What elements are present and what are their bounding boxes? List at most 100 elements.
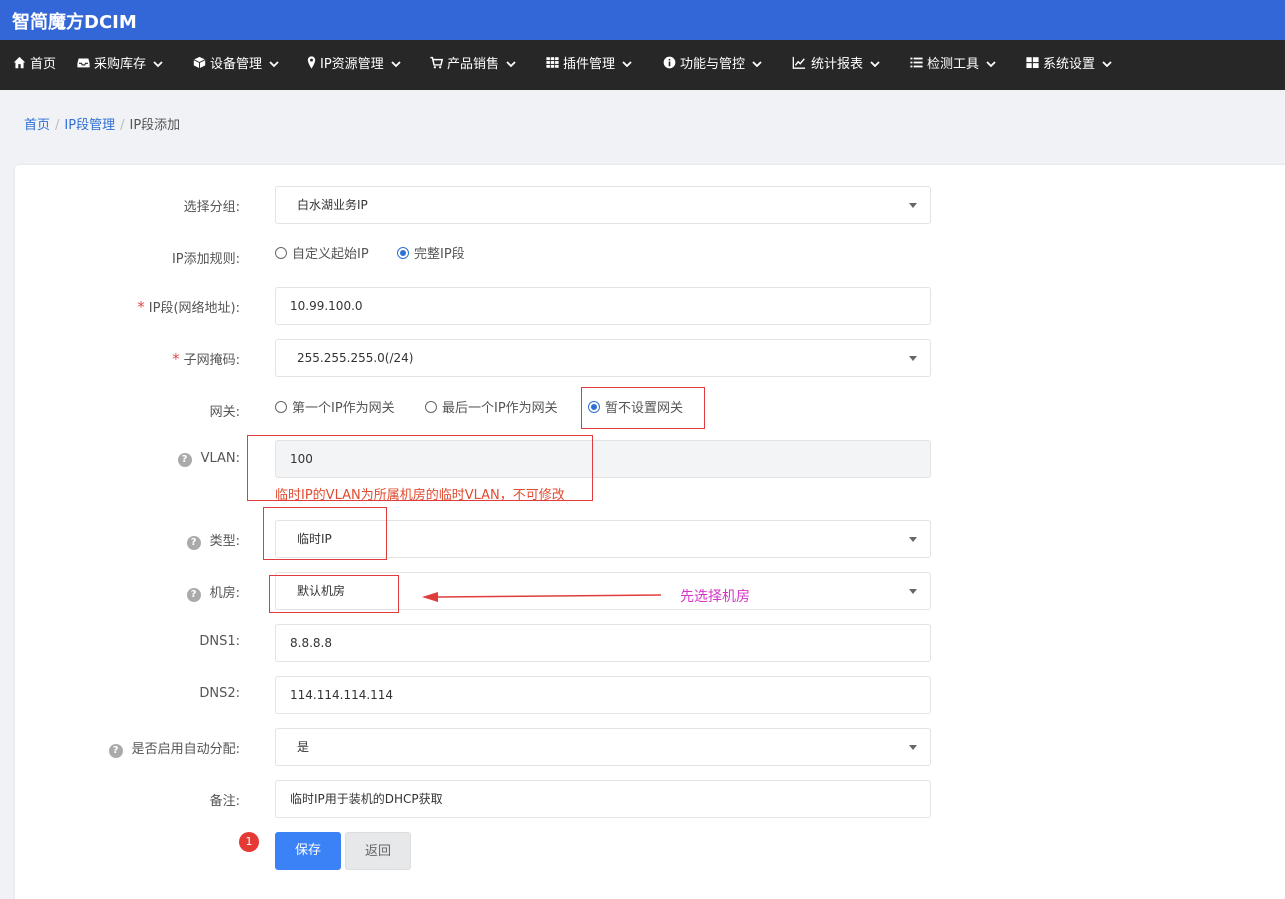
vlan-label: ? VLAN: bbox=[177, 451, 240, 467]
chevron-down-icon bbox=[1102, 61, 1112, 68]
auto-assign-value: 是 bbox=[297, 740, 310, 754]
nav-label: 统计报表 bbox=[811, 57, 864, 72]
chevron-down-icon bbox=[269, 61, 279, 68]
chevron-down-icon bbox=[752, 61, 762, 68]
annotation-arrow-icon bbox=[422, 592, 662, 602]
nav-item-ip-resources[interactable]: IP资源管理 bbox=[307, 40, 401, 90]
chart-icon bbox=[791, 56, 807, 69]
label-text: 类型: bbox=[209, 534, 240, 549]
caret-down-icon bbox=[909, 589, 917, 594]
radio-last-ip-gateway[interactable]: 最后一个IP作为网关 bbox=[425, 397, 558, 416]
nav-label: 设备管理 bbox=[210, 57, 263, 72]
chevron-down-icon bbox=[391, 61, 401, 68]
chevron-down-icon bbox=[622, 61, 632, 68]
nav-label: 首页 bbox=[30, 57, 57, 72]
nav-label: 系统设置 bbox=[1043, 57, 1096, 72]
nav-item-home[interactable]: 首页 bbox=[13, 40, 56, 90]
dns2-value: 114.114.114.114 bbox=[290, 688, 394, 702]
remark-input[interactable]: 临时IP用于装机的DHCP获取 bbox=[275, 780, 931, 818]
dns1-input[interactable]: 8.8.8.8 bbox=[275, 624, 931, 662]
nav-item-reports[interactable]: 统计报表 bbox=[791, 40, 880, 90]
remark-value: 临时IP用于装机的DHCP获取 bbox=[290, 792, 443, 806]
back-button[interactable]: 返回 bbox=[345, 832, 411, 870]
group-select[interactable]: 白水湖业务IP bbox=[275, 186, 931, 224]
radio-circle-icon bbox=[275, 247, 287, 259]
breadcrumb: 首页 / IP段管理 / IP段添加 bbox=[24, 114, 180, 133]
nav-label: 产品销售 bbox=[447, 57, 500, 72]
network-address-input[interactable]: 10.99.100.0 bbox=[275, 287, 931, 325]
caret-down-icon bbox=[909, 537, 917, 542]
label-text: IP段(网络地址): bbox=[148, 301, 240, 316]
required-asterisk: * bbox=[172, 350, 180, 368]
radio-custom-start-ip[interactable]: 自定义起始IP bbox=[275, 243, 369, 262]
nav-item-plugins[interactable]: 插件管理 bbox=[546, 40, 632, 90]
inbox-icon bbox=[77, 56, 90, 69]
radio-label: 最后一个IP作为网关 bbox=[442, 401, 558, 416]
breadcrumb-separator: / bbox=[120, 118, 125, 133]
highlight-box-type bbox=[263, 507, 387, 560]
ip-rule-label: IP添加规则: bbox=[171, 252, 240, 267]
caret-down-icon bbox=[909, 745, 917, 750]
group-select-value: 白水湖业务IP bbox=[297, 198, 368, 212]
caret-down-icon bbox=[909, 203, 917, 208]
windows-icon bbox=[1026, 56, 1039, 69]
nav-item-settings[interactable]: 系统设置 bbox=[1026, 40, 1112, 90]
label-text: VLAN: bbox=[200, 451, 240, 466]
subnet-mask-label: * 子网掩码: bbox=[172, 349, 240, 368]
nav-item-devices[interactable]: 设备管理 bbox=[193, 40, 279, 90]
caret-down-icon bbox=[909, 356, 917, 361]
main-navbar: 首页 采购库存 设备管理 IP资源管理 产品销售 插件管理 功能与管控 统计报表… bbox=[0, 40, 1285, 90]
step-badge: 1 bbox=[239, 832, 259, 852]
breadcrumb-section-link[interactable]: IP段管理 bbox=[64, 118, 115, 133]
dns1-value: 8.8.8.8 bbox=[290, 636, 332, 650]
chevron-down-icon bbox=[506, 61, 516, 68]
type-label: ? 类型: bbox=[186, 530, 240, 550]
home-icon bbox=[13, 56, 26, 69]
label-text: 是否启用自动分配: bbox=[131, 742, 240, 757]
nav-item-functions[interactable]: 功能与管控 bbox=[663, 40, 762, 90]
auto-assign-select[interactable]: 是 bbox=[275, 728, 931, 766]
nav-label: IP资源管理 bbox=[320, 57, 384, 72]
radio-circle-icon bbox=[425, 401, 437, 413]
highlight-box-vlan bbox=[247, 435, 593, 501]
chevron-down-icon bbox=[870, 61, 880, 68]
label-text: 子网掩码: bbox=[183, 353, 240, 368]
remark-label: 备注: bbox=[209, 794, 240, 809]
dns2-input[interactable]: 114.114.114.114 bbox=[275, 676, 931, 714]
subnet-mask-select[interactable]: 255.255.255.0(/24) bbox=[275, 339, 931, 377]
gateway-label: 网关: bbox=[209, 405, 240, 420]
nav-item-sales[interactable]: 产品销售 bbox=[430, 40, 516, 90]
radio-checked-icon bbox=[397, 247, 409, 259]
breadcrumb-current: IP段添加 bbox=[129, 118, 181, 133]
map-marker-icon bbox=[307, 56, 316, 69]
radio-label: 完整IP段 bbox=[414, 247, 465, 262]
dns2-label: DNS2: bbox=[199, 686, 240, 701]
breadcrumb-home-link[interactable]: 首页 bbox=[24, 118, 50, 133]
brand-title[interactable]: 智简魔方DCIM bbox=[12, 8, 137, 34]
dns1-label: DNS1: bbox=[199, 634, 240, 649]
label-text: 机房: bbox=[209, 586, 240, 601]
nav-item-tools[interactable]: 检测工具 bbox=[910, 40, 996, 90]
network-address-label: * IP段(网络地址): bbox=[137, 297, 240, 316]
help-icon: ? bbox=[186, 536, 201, 550]
radio-label: 自定义起始IP bbox=[292, 247, 369, 262]
nav-label: 功能与管控 bbox=[680, 57, 746, 72]
room-label: ? 机房: bbox=[186, 582, 240, 602]
highlight-box-no-gateway bbox=[581, 387, 705, 429]
radio-label: 第一个IP作为网关 bbox=[292, 401, 395, 416]
annotation-text: 先选择机房 bbox=[680, 589, 750, 605]
cube-icon bbox=[193, 56, 206, 69]
help-icon: ? bbox=[186, 588, 201, 602]
radio-first-ip-gateway[interactable]: 第一个IP作为网关 bbox=[275, 397, 395, 416]
radio-full-ip-segment[interactable]: 完整IP段 bbox=[397, 243, 465, 262]
chevron-down-icon bbox=[986, 61, 996, 68]
top-brand-bar: 智简魔方DCIM bbox=[0, 0, 1285, 40]
auto-assign-label: ? 是否启用自动分配: bbox=[108, 738, 240, 758]
breadcrumb-separator: / bbox=[55, 118, 60, 133]
group-label: 选择分组: bbox=[183, 200, 240, 215]
nav-item-purchase[interactable]: 采购库存 bbox=[77, 40, 163, 90]
help-icon: ? bbox=[177, 453, 192, 467]
cart-icon bbox=[430, 56, 443, 69]
save-button[interactable]: 保存 bbox=[275, 832, 341, 870]
nav-label: 采购库存 bbox=[94, 57, 147, 72]
